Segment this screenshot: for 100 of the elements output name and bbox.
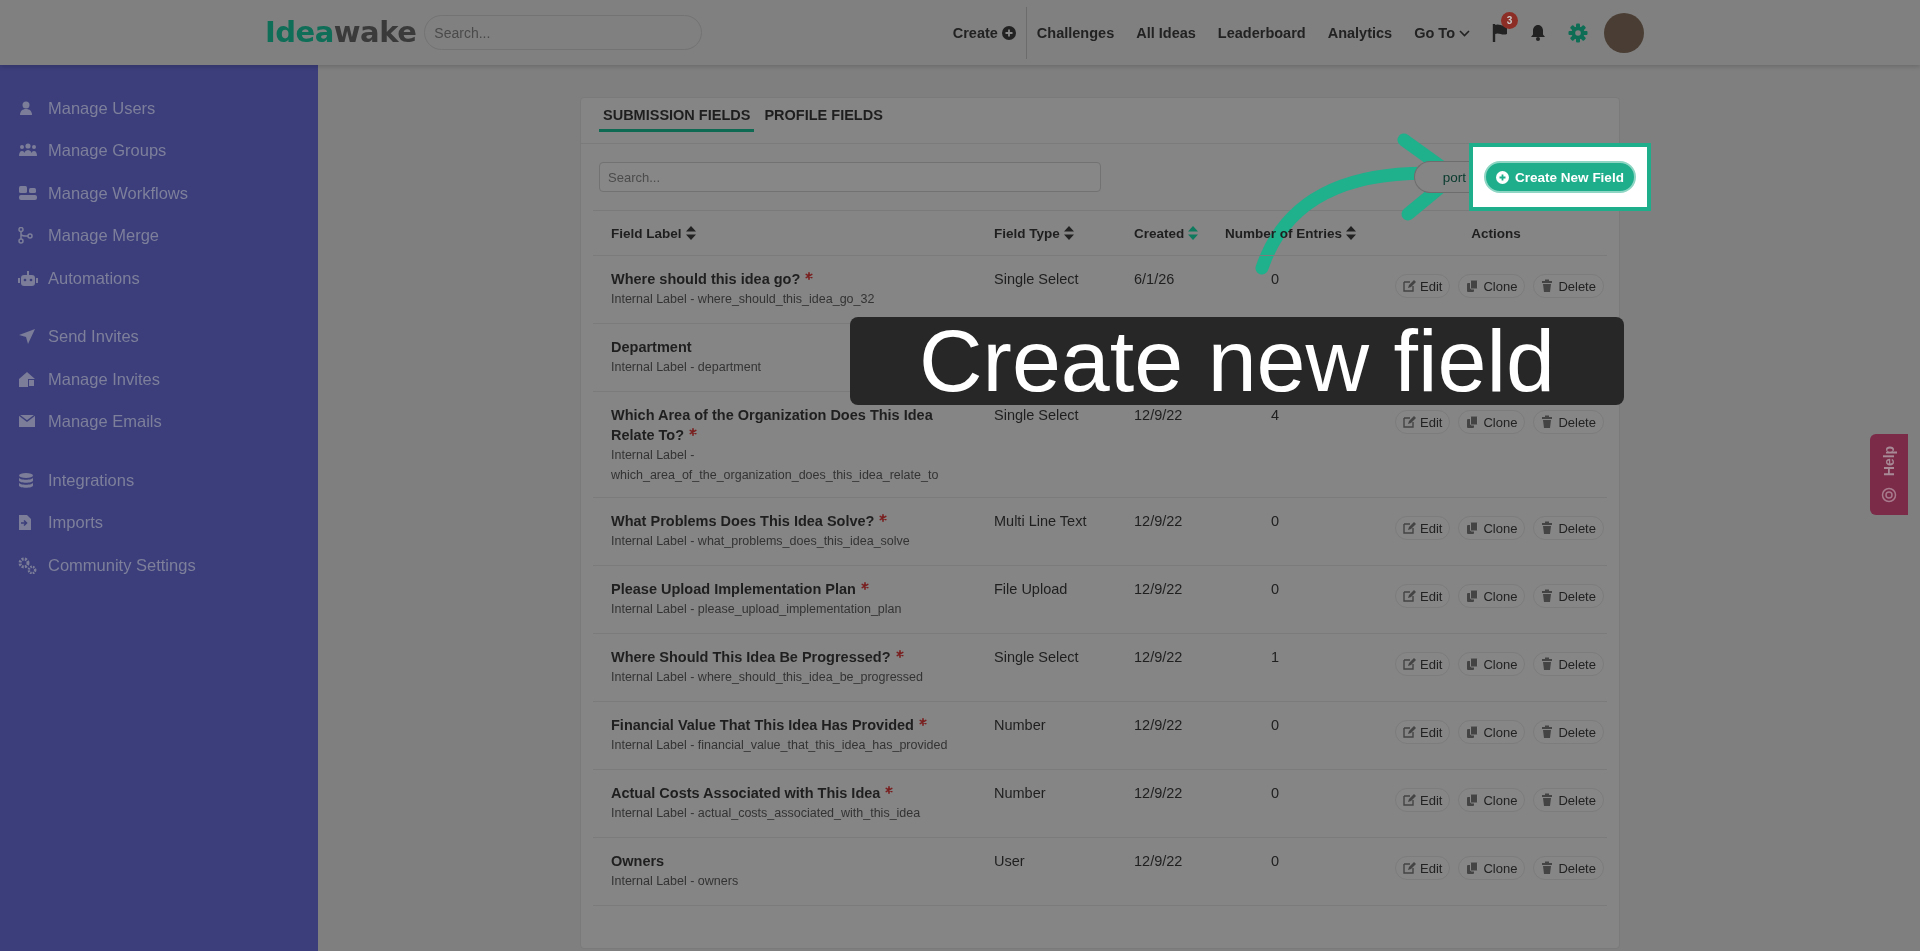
column-header: Actions xyxy=(1471,225,1521,241)
help-tab[interactable]: Help xyxy=(1870,434,1908,515)
internal-label: Internal Label - where_should_this_idea_be_progressed xyxy=(611,669,925,686)
tab[interactable]: SUBMISSION FIELDS xyxy=(599,103,755,132)
plus-icon xyxy=(1001,25,1016,40)
field-label: Financial Value That This Idea Has Provided xyxy=(611,715,956,735)
action-button[interactable]: Delete xyxy=(1533,720,1604,744)
logo[interactable]: Ideawake xyxy=(265,18,417,47)
created-date: 6/1/26 xyxy=(1134,271,1175,287)
action-button[interactable]: Delete xyxy=(1533,410,1604,434)
create-new-field-button[interactable]: Create New Field xyxy=(1484,161,1636,193)
action-button[interactable]: Delete xyxy=(1533,788,1604,812)
gears-icon xyxy=(18,556,38,574)
action-button[interactable]: Clone xyxy=(1458,516,1526,540)
workflow-icon xyxy=(18,184,38,202)
trash-icon xyxy=(1541,415,1555,429)
internal-label: Internal Label - which_area_of_the_organization_does_this_idea_relate_to xyxy=(611,447,940,484)
life-ring-icon xyxy=(1881,486,1897,503)
action-button[interactable]: Delete xyxy=(1533,652,1604,676)
action-button[interactable]: Clone xyxy=(1458,584,1526,608)
internal-label: Internal Label - where_should_this_idea_go_32 xyxy=(611,291,876,308)
avatar[interactable] xyxy=(1604,12,1644,53)
action-button[interactable]: Edit xyxy=(1395,584,1451,608)
created-date: 12/9/22 xyxy=(1134,717,1183,733)
created-date: 12/9/22 xyxy=(1134,407,1183,423)
nav-link[interactable]: Leaderboard xyxy=(1217,24,1306,41)
column-header[interactable]: Created xyxy=(1134,225,1185,241)
sidebar-item[interactable]: Integrations xyxy=(0,459,318,502)
action-button[interactable]: Clone xyxy=(1458,652,1526,676)
settings-icon xyxy=(1568,22,1588,43)
entry-count: 0 xyxy=(1270,785,1280,801)
trash-icon xyxy=(1541,725,1555,739)
action-button[interactable]: Clone xyxy=(1458,788,1526,812)
internal-label: Internal Label - department xyxy=(611,359,763,376)
tab[interactable]: PROFILE FIELDS xyxy=(760,103,887,132)
copy-icon xyxy=(1466,793,1480,807)
sidebar-item[interactable]: Manage Users xyxy=(0,87,318,130)
internal-label: Internal Label - owners xyxy=(611,873,740,890)
field-type: User xyxy=(994,853,1025,869)
sidebar-item[interactable]: Imports xyxy=(0,501,318,544)
field-label: Where Should This Idea Be Progressed? xyxy=(611,647,956,667)
action-button[interactable]: Delete xyxy=(1533,274,1604,298)
field-label: Please Upload Implementation Plan xyxy=(611,579,956,599)
field-type: Single Select xyxy=(994,271,1079,287)
action-button[interactable]: Clone xyxy=(1458,856,1526,880)
sidebar-item[interactable]: Manage Groups xyxy=(0,129,318,172)
sidebar-item[interactable]: Manage Merge xyxy=(0,214,318,257)
nav-link[interactable]: Analytics xyxy=(1327,24,1393,41)
action-button[interactable]: Edit xyxy=(1395,516,1451,540)
internal-label: Internal Label - financial_value_that_this_idea_has_provided xyxy=(611,737,949,754)
paper-plane-icon xyxy=(18,328,38,346)
edit-icon xyxy=(1403,589,1416,603)
action-button[interactable]: Edit xyxy=(1395,856,1451,880)
sidebar-item[interactable]: Send Invites xyxy=(0,315,318,358)
action-button[interactable]: Clone xyxy=(1458,410,1526,434)
action-button[interactable]: Delete xyxy=(1533,516,1604,540)
column-header[interactable]: Field Label xyxy=(611,225,682,241)
action-button[interactable]: Edit xyxy=(1395,652,1451,676)
caret-icon xyxy=(1459,28,1470,37)
field-label: Department xyxy=(611,338,693,357)
sidebar-item[interactable]: Manage Workflows xyxy=(0,172,318,215)
action-button[interactable]: Edit xyxy=(1395,720,1451,744)
search-field[interactable]: Search... xyxy=(599,162,1101,192)
action-button[interactable]: Edit xyxy=(1395,410,1451,434)
entry-count: 0 xyxy=(1270,853,1280,869)
entry-count: 4 xyxy=(1270,407,1280,423)
trash-icon xyxy=(1541,861,1555,875)
sidebar-item[interactable]: Community Settings xyxy=(0,544,318,587)
copy-icon xyxy=(1466,279,1480,293)
field-type: Single Select xyxy=(994,649,1079,665)
created-date: 12/9/22 xyxy=(1134,649,1183,665)
field-type: Number xyxy=(994,785,1046,801)
sidebar-item[interactable]: Manage Emails xyxy=(0,400,318,443)
action-button[interactable]: Delete xyxy=(1533,584,1604,608)
action-button[interactable]: Edit xyxy=(1395,274,1451,298)
trash-icon xyxy=(1541,279,1555,293)
column-header[interactable]: Field Type xyxy=(994,225,1060,241)
action-button[interactable]: Clone xyxy=(1458,720,1526,744)
nav-link[interactable]: Challenges xyxy=(1036,24,1115,41)
copy-icon xyxy=(1466,861,1480,875)
go-to-menu[interactable]: Go To xyxy=(1414,24,1470,41)
field-label: Which Area of the Organization Does This Idea Relate To? xyxy=(611,406,934,445)
action-button[interactable]: Edit xyxy=(1395,788,1451,812)
plus-icon xyxy=(1496,170,1510,184)
edit-icon xyxy=(1403,861,1416,875)
action-button[interactable]: Delete xyxy=(1533,856,1604,880)
action-button[interactable]: Clone xyxy=(1458,274,1526,298)
nav-link[interactable]: All Ideas xyxy=(1136,24,1196,41)
edit-icon xyxy=(1403,725,1416,739)
trash-icon xyxy=(1541,521,1555,535)
sidebar-item[interactable]: Manage Invites xyxy=(0,358,318,401)
internal-label: Internal Label - what_problems_does_this_idea_solve xyxy=(611,533,911,550)
export-button[interactable]: port xyxy=(1413,161,1469,193)
edit-icon xyxy=(1403,793,1416,807)
create-link[interactable]: Create xyxy=(952,24,1016,41)
internal-label: Internal Label - please_upload_implementation_plan xyxy=(611,601,903,618)
sidebar-item[interactable]: Automations xyxy=(0,257,318,300)
edit-icon xyxy=(1403,521,1416,535)
edit-icon xyxy=(1403,279,1416,293)
created-date: 12/9/22 xyxy=(1134,581,1183,597)
